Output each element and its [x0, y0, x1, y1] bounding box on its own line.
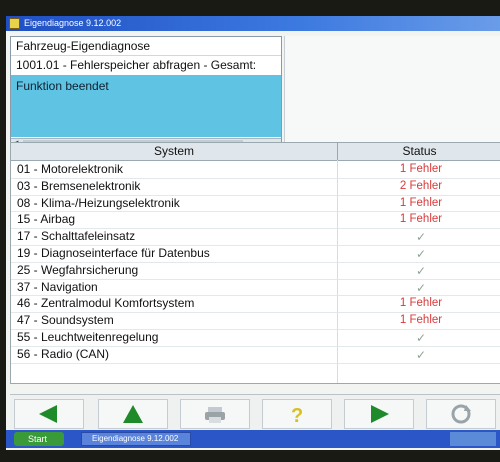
table-row[interactable]: 15 - Airbag 1 Fehler [11, 211, 500, 230]
table-row[interactable]: 46 - Zentralmodul Komfortsystem 1 Fehler [11, 295, 500, 314]
table-row[interactable]: 08 - Klima-/Heizungselektronik 1 Fehler [11, 195, 500, 213]
arrow-left-icon [39, 405, 57, 423]
system-name: 37 - Navigation [17, 279, 98, 294]
help-button[interactable]: ? [262, 399, 332, 429]
back-button[interactable] [14, 399, 84, 429]
print-button[interactable] [180, 399, 250, 429]
system-name: 17 - Schalttafeleinsatz [17, 229, 136, 244]
refresh-icon [451, 404, 471, 424]
status-ok-icon: ✓ [415, 280, 427, 295]
table-row[interactable]: 55 - Leuchtweitenregelung ✓ [11, 329, 500, 347]
system-status-table: System Status 01 - Motorelektronik 1 Fehl… [10, 142, 500, 384]
system-name: 47 - Soundsystem [17, 313, 114, 328]
up-button[interactable] [98, 399, 168, 429]
status-ok-icon: ✓ [415, 263, 427, 278]
system-name: 46 - Zentralmodul Komfortsystem [17, 296, 195, 311]
system-name: 56 - Radio (CAN) [17, 346, 110, 361]
toolbar: ? [10, 394, 500, 433]
diagnosis-screen: Eigendiagnose 9.12.002 Fahrzeug-Eigendia… [6, 16, 500, 450]
table-row[interactable]: 56 - Radio (CAN) ✓ [11, 346, 500, 364]
info-line-vehicle: Fahrzeug-Eigendiagnose [11, 37, 281, 55]
printer-icon [205, 407, 225, 423]
table-row[interactable]: 19 - Diagnoseinterface für Datenbus ✓ [11, 245, 500, 263]
status-ok-icon: ✓ [415, 331, 427, 345]
side-panel [284, 36, 500, 156]
table-row[interactable]: 01 - Motorelektronik 1 Fehler [11, 161, 500, 179]
help-icon: ? [291, 405, 303, 425]
table-header: System Status [11, 143, 500, 161]
system-name: 03 - Bremsenelektronik [17, 178, 141, 193]
status-ok-icon: ✓ [415, 347, 427, 362]
arrow-right-icon [371, 405, 389, 423]
system-name: 19 - Diagnoseinterface für Datenbus [17, 246, 210, 260]
table-row[interactable]: 25 - Wegfahrsicherung ✓ [11, 262, 500, 280]
status-error-count: 1 Fehler [399, 314, 443, 327]
info-line-function: 1001.01 - Fehlerspeicher abfragen - Gesa… [11, 55, 281, 73]
system-name: 25 - Wegfahrsicherung [17, 262, 139, 277]
status-error-count: 2 Fehler [399, 179, 443, 192]
app-icon [9, 18, 20, 29]
arrow-up-icon [123, 405, 143, 423]
status-error-count: 1 Fehler [399, 297, 443, 310]
title-bar: Eigendiagnose 9.12.002 [6, 16, 500, 31]
table-row[interactable]: 17 - Schalttafeleinsatz ✓ [11, 228, 500, 246]
taskbar-window-item[interactable]: Eigendiagnose 9.12.002 [81, 432, 191, 446]
table-row[interactable]: 47 - Soundsystem 1 Fehler [11, 312, 500, 330]
refresh-button[interactable] [426, 399, 496, 429]
system-tray [450, 432, 496, 446]
system-name: 15 - Airbag [17, 212, 76, 227]
window-title: Eigendiagnose 9.12.002 [24, 18, 122, 28]
table-row[interactable]: 03 - Bremsenelektronik 2 Fehler [11, 178, 500, 196]
column-header-system[interactable]: System [11, 144, 337, 158]
system-name: 08 - Klima-/Heizungselektronik [17, 195, 180, 210]
info-panel: Fahrzeug-Eigendiagnose 1001.01 - Fehlers… [10, 36, 282, 150]
start-button[interactable]: Start [14, 432, 64, 446]
status-ok-icon: ✓ [415, 247, 427, 261]
info-line-status: Funktion beendet [16, 79, 109, 93]
status-error-count: 1 Fehler [399, 196, 443, 209]
status-ok-icon: ✓ [415, 230, 427, 245]
taskbar: Start Eigendiagnose 9.12.002 [6, 430, 500, 448]
status-error-count: 1 Fehler [399, 213, 443, 226]
table-row[interactable]: 37 - Navigation ✓ [11, 279, 500, 297]
system-name: 01 - Motorelektronik [17, 162, 124, 176]
column-header-status[interactable]: Status [338, 144, 500, 158]
status-error-count: 1 Fehler [399, 163, 443, 175]
svg-text:?: ? [291, 405, 303, 425]
system-name: 55 - Leuchtweitenregelung [17, 330, 159, 344]
forward-button[interactable] [344, 399, 414, 429]
